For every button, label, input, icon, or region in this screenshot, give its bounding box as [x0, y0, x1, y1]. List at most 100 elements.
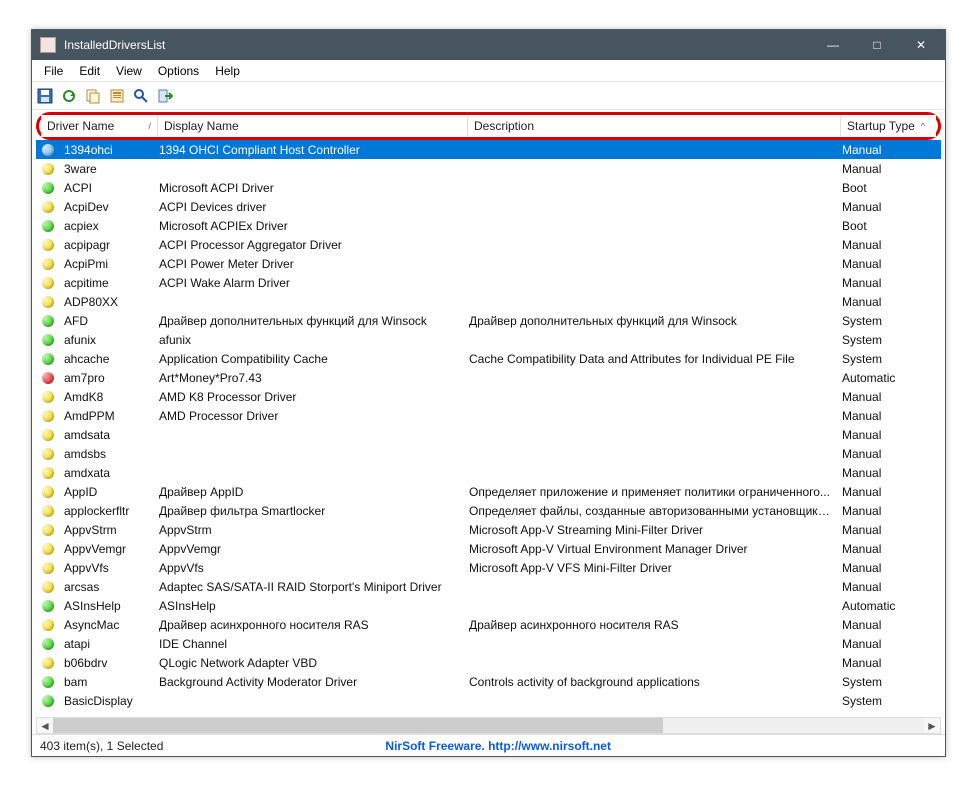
cell-startup-type: Automatic	[836, 599, 920, 613]
column-display-name[interactable]: Display Name	[158, 116, 468, 136]
status-bullet-icon	[42, 486, 54, 498]
cell-driver-name: atapi	[58, 637, 153, 651]
menu-options[interactable]: Options	[150, 62, 207, 80]
status-link[interactable]: NirSoft Freeware. http://www.nirsoft.net	[171, 739, 825, 753]
status-bullet-icon	[42, 201, 54, 213]
column-driver-name-label: Driver Name	[47, 119, 114, 133]
table-row[interactable]: arcsasAdaptec SAS/SATA-II RAID Storport'…	[36, 577, 941, 596]
table-row[interactable]: AmdPPMAMD Processor DriverManual	[36, 406, 941, 425]
status-bullet-icon	[42, 353, 54, 365]
app-window: InstalledDriversList — □ ✕ File Edit Vie…	[31, 29, 946, 757]
status-bullet-icon	[42, 277, 54, 289]
table-row[interactable]: 1394ohci1394 OHCI Compliant Host Control…	[36, 140, 941, 159]
status-bullet-icon	[42, 619, 54, 631]
table-row[interactable]: amdsataManual	[36, 425, 941, 444]
cell-display-name: ACPI Processor Aggregator Driver	[153, 238, 463, 252]
cell-startup-type: Manual	[836, 409, 920, 423]
table-row[interactable]: bamBackground Activity Moderator DriverC…	[36, 672, 941, 691]
minimize-button[interactable]: —	[811, 30, 855, 60]
cell-description: Controls activity of background applicat…	[463, 675, 836, 689]
cell-display-name: ACPI Wake Alarm Driver	[153, 276, 463, 290]
table-row[interactable]: am7proArt*Money*Pro7.43Automatic	[36, 368, 941, 387]
cell-driver-name: AppvVfs	[58, 561, 153, 575]
table-row[interactable]: ADP80XXManual	[36, 292, 941, 311]
cell-display-name: Microsoft ACPIEx Driver	[153, 219, 463, 233]
cell-display-name: AppvVfs	[153, 561, 463, 575]
status-bullet-icon	[42, 144, 54, 156]
table-row[interactable]: atapiIDE ChannelManual	[36, 634, 941, 653]
table-row[interactable]: ACPIMicrosoft ACPI DriverBoot	[36, 178, 941, 197]
status-bullet-icon	[42, 676, 54, 688]
cell-driver-name: ASInsHelp	[58, 599, 153, 613]
cell-driver-name: 3ware	[58, 162, 153, 176]
cell-display-name: Драйвер фильтра Smartlocker	[153, 504, 463, 518]
cell-startup-type: System	[836, 333, 920, 347]
close-button[interactable]: ✕	[899, 30, 943, 60]
cell-driver-name: acpipagr	[58, 238, 153, 252]
column-startup-type[interactable]: Startup Type ^	[841, 116, 925, 136]
column-driver-name[interactable]: Driver Name /	[41, 116, 158, 136]
table-row[interactable]: AsyncMacДрайвер асинхронного носителя RA…	[36, 615, 941, 634]
scrollbar-track[interactable]	[53, 718, 924, 733]
copy-icon[interactable]	[84, 87, 102, 105]
status-bullet-icon	[42, 163, 54, 175]
titlebar[interactable]: InstalledDriversList — □ ✕	[32, 30, 945, 60]
table-row[interactable]: ahcacheApplication Compatibility CacheCa…	[36, 349, 941, 368]
status-bullet-icon	[42, 410, 54, 422]
cell-driver-name: AsyncMac	[58, 618, 153, 632]
table-row[interactable]: b06bdrvQLogic Network Adapter VBDManual	[36, 653, 941, 672]
table-row[interactable]: AppvStrmAppvStrmMicrosoft App-V Streamin…	[36, 520, 941, 539]
cell-display-name: 1394 OHCI Compliant Host Controller	[153, 143, 463, 157]
maximize-button[interactable]: □	[855, 30, 899, 60]
cell-display-name: ASInsHelp	[153, 599, 463, 613]
scroll-right-arrow-icon[interactable]: ►	[924, 718, 940, 733]
table-row[interactable]: acpiexMicrosoft ACPIEx DriverBoot	[36, 216, 941, 235]
status-bullet-icon	[42, 695, 54, 707]
horizontal-scrollbar[interactable]: ◄ ►	[36, 717, 941, 734]
menu-help[interactable]: Help	[207, 62, 248, 80]
table-row[interactable]: AppvVfsAppvVfsMicrosoft App-V VFS Mini-F…	[36, 558, 941, 577]
table-row[interactable]: AcpiDevACPI Devices driverManual	[36, 197, 941, 216]
cell-description: Драйвер дополнительных функций для Winso…	[463, 314, 836, 328]
minimize-icon: —	[827, 38, 839, 52]
table-row[interactable]: AmdK8AMD K8 Processor DriverManual	[36, 387, 941, 406]
table-row[interactable]: acpitimeACPI Wake Alarm DriverManual	[36, 273, 941, 292]
cell-description: Microsoft App-V Streaming Mini-Filter Dr…	[463, 523, 836, 537]
cell-startup-type: Manual	[836, 466, 920, 480]
table-row[interactable]: AppvVemgrAppvVemgrMicrosoft App-V Virtua…	[36, 539, 941, 558]
menu-edit[interactable]: Edit	[71, 62, 108, 80]
table-row[interactable]: ASInsHelpASInsHelp Automatic	[36, 596, 941, 615]
cell-driver-name: 1394ohci	[58, 143, 153, 157]
cell-startup-type: Manual	[836, 580, 920, 594]
menu-file[interactable]: File	[36, 62, 71, 80]
refresh-icon[interactable]	[60, 87, 78, 105]
table-row[interactable]: 3wareManual	[36, 159, 941, 178]
exit-icon[interactable]	[156, 87, 174, 105]
table-row[interactable]: amdxataManual	[36, 463, 941, 482]
table-row[interactable]: amdsbsManual	[36, 444, 941, 463]
column-description[interactable]: Description	[468, 116, 841, 136]
save-icon[interactable]	[36, 87, 54, 105]
cell-startup-type: Manual	[836, 504, 920, 518]
table-row[interactable]: AcpiPmiACPI Power Meter DriverManual	[36, 254, 941, 273]
find-icon[interactable]	[132, 87, 150, 105]
properties-icon[interactable]	[108, 87, 126, 105]
cell-startup-type: Manual	[836, 143, 920, 157]
column-header-highlight: Driver Name / Display Name Description S…	[36, 112, 941, 140]
window-title: InstalledDriversList	[64, 38, 811, 52]
table-row[interactable]: acpipagrACPI Processor Aggregator Driver…	[36, 235, 941, 254]
cell-display-name: Драйвер асинхронного носителя RAS	[153, 618, 463, 632]
table-row[interactable]: afunixafunixSystem	[36, 330, 941, 349]
scroll-left-arrow-icon[interactable]: ◄	[37, 718, 53, 733]
cell-startup-type: Boot	[836, 219, 920, 233]
table-row[interactable]: AFDДрайвер дополнительных функций для Wi…	[36, 311, 941, 330]
table-row[interactable]: AppIDДрайвер AppIDОпределяет приложение …	[36, 482, 941, 501]
menu-view[interactable]: View	[108, 62, 150, 80]
cell-startup-type: Manual	[836, 257, 920, 271]
scrollbar-thumb[interactable]	[53, 718, 663, 733]
table-row[interactable]: BasicDisplaySystem	[36, 691, 941, 710]
cell-startup-type: Manual	[836, 390, 920, 404]
cell-description: Определяет приложение и применяет полити…	[463, 485, 836, 499]
table-row[interactable]: applockerfltrДрайвер фильтра Smartlocker…	[36, 501, 941, 520]
cell-display-name: Драйвер AppID	[153, 485, 463, 499]
